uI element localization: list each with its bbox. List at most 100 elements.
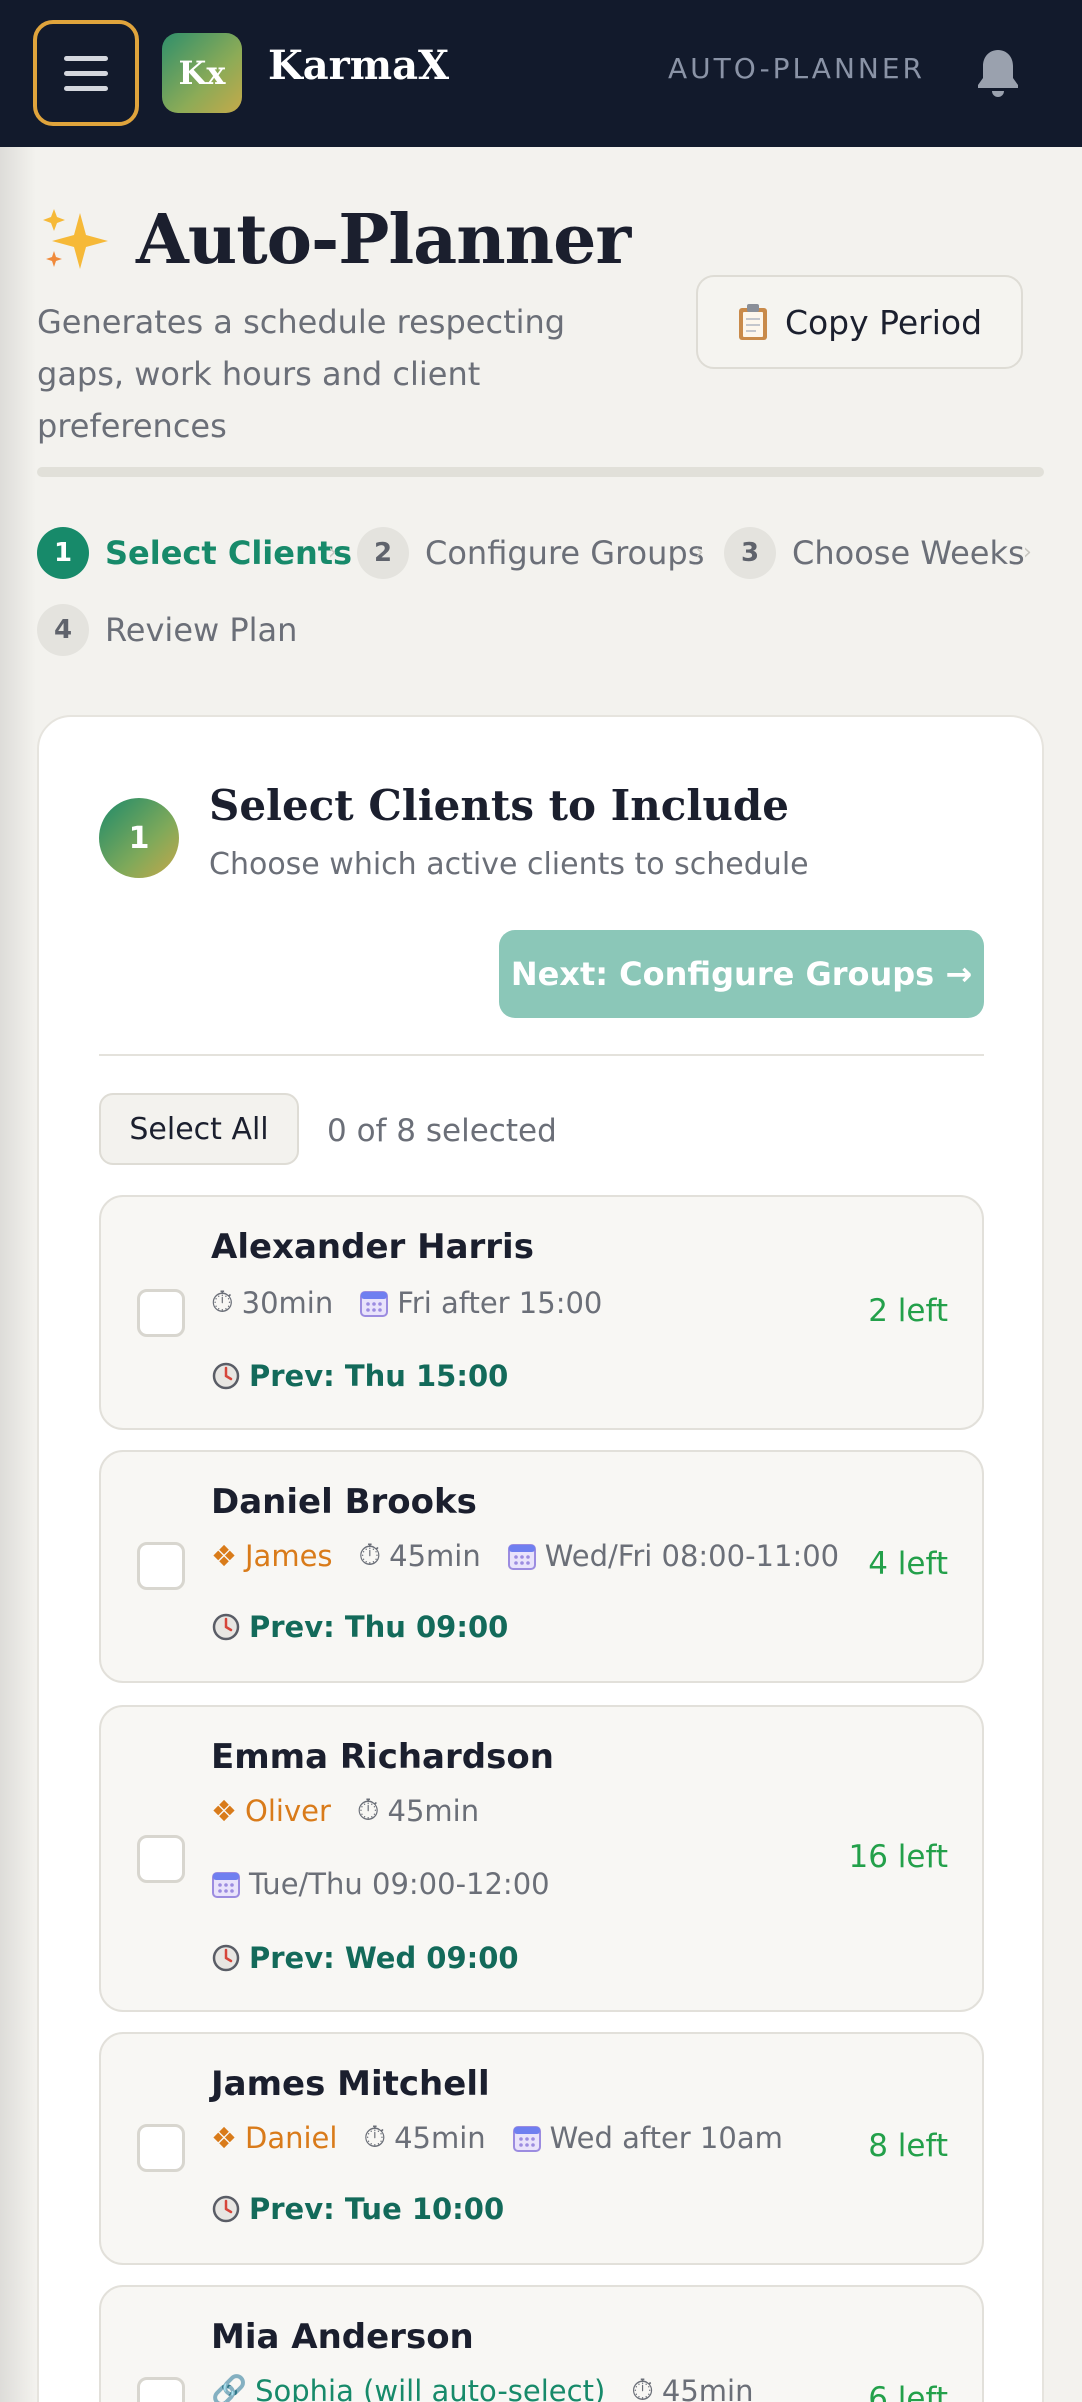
selected-count: 0 of 8 selected bbox=[327, 1113, 557, 1149]
client-checkbox[interactable] bbox=[137, 2124, 185, 2172]
client-item[interactable]: Alexander Harris ⏱ 30min Fri after 15:00 … bbox=[99, 1195, 984, 1430]
client-item[interactable]: Daniel Brooks ❖ James ⏱ 45min Wed/Fri 08:0… bbox=[99, 1450, 984, 1683]
client-name: Daniel Brooks bbox=[211, 1482, 477, 1522]
step-number: 1 bbox=[37, 527, 89, 579]
session-duration: 45min bbox=[387, 1793, 480, 1828]
calendar-icon bbox=[212, 1872, 240, 1898]
time-preference: Wed/Fri 08:00-11:00 bbox=[544, 1538, 840, 1573]
bell-icon[interactable] bbox=[972, 46, 1024, 100]
step-number: 2 bbox=[357, 527, 409, 579]
clipboard-icon bbox=[738, 304, 767, 340]
client-checkbox[interactable] bbox=[137, 1289, 185, 1337]
client-meta: ❖ Daniel ⏱ 45min Wed after 10am bbox=[211, 2120, 809, 2155]
sessions-left: 16 left bbox=[848, 1839, 948, 1875]
step-label: Choose Weeks bbox=[792, 534, 1025, 572]
client-checkbox[interactable] bbox=[137, 2377, 185, 2402]
sessions-left: 8 left bbox=[868, 2128, 948, 2164]
partner-diamond-icon: ❖ bbox=[211, 1793, 237, 1828]
partner-diamond-icon: ❖ bbox=[211, 2120, 237, 2155]
stopwatch-icon: ⏱ bbox=[358, 1538, 382, 1572]
page-header: Auto-Planner bbox=[40, 200, 631, 280]
chevron-right-icon: › bbox=[695, 540, 704, 565]
top-bar: Kx KarmaX AUTO-PLANNER bbox=[0, 0, 1082, 147]
client-item[interactable]: Mia Anderson 🔗 Sophia (will auto-select) … bbox=[99, 2285, 984, 2402]
page-subtitle: Generates a schedule respecting gaps, wo… bbox=[37, 303, 566, 445]
client-item[interactable]: James Mitchell ❖ Daniel ⏱ 45min Wed after … bbox=[99, 2032, 984, 2265]
partner-name: Daniel bbox=[245, 2120, 338, 2155]
client-checkbox[interactable] bbox=[137, 1542, 185, 1590]
client-previous: Prev: Thu 15:00 bbox=[211, 1359, 534, 1393]
link-icon: 🔗 bbox=[211, 2373, 248, 2402]
client-name: Emma Richardson bbox=[211, 1737, 554, 1777]
stopwatch-icon: ⏱ bbox=[363, 2120, 387, 2154]
client-meta: ⏱ 30min Fri after 15:00 bbox=[211, 1285, 628, 1320]
select-clients-card: 1 Select Clients to Include Choose which… bbox=[37, 715, 1044, 2402]
client-previous: Prev: Wed 09:00 bbox=[211, 1941, 545, 1975]
sparkles-icon bbox=[43, 209, 108, 269]
page-title: Auto-Planner bbox=[136, 200, 631, 280]
step-label: Select Clients bbox=[105, 534, 353, 572]
previous-slot: Prev: Thu 15:00 bbox=[249, 1359, 509, 1393]
chevron-right-icon: › bbox=[1023, 540, 1032, 565]
client-previous: Prev: Thu 09:00 bbox=[211, 1610, 534, 1644]
session-duration: 30min bbox=[241, 1285, 334, 1320]
select-all-button[interactable]: Select All bbox=[99, 1093, 299, 1165]
sessions-left: 6 left bbox=[868, 2381, 948, 2402]
current-section-label: AUTO-PLANNER bbox=[668, 52, 925, 85]
session-duration: 45min bbox=[394, 2120, 486, 2155]
step-badge: 1 bbox=[99, 798, 179, 878]
chevron-right-icon: › bbox=[328, 540, 337, 565]
copy-period-button[interactable]: Copy Period bbox=[696, 275, 1023, 369]
stopwatch-icon: ⏱ bbox=[631, 2373, 654, 2402]
progress-track bbox=[37, 467, 1044, 477]
time-preference: Tue/Thu 09:00-12:00 bbox=[249, 1867, 550, 1901]
divider bbox=[99, 1054, 984, 1056]
client-checkbox[interactable] bbox=[137, 1835, 185, 1883]
calendar-icon bbox=[507, 1543, 536, 1570]
linked-client: Sophia (will auto-select) bbox=[255, 2373, 606, 2402]
previous-slot: Prev: Tue 10:00 bbox=[249, 2192, 505, 2226]
card-title: Select Clients to Include bbox=[209, 781, 789, 830]
step-label: Review Plan bbox=[105, 611, 298, 649]
previous-slot: Prev: Wed 09:00 bbox=[249, 1941, 519, 1975]
step-select-clients[interactable]: 1 Select Clients bbox=[37, 527, 352, 579]
clock-icon bbox=[212, 1613, 240, 1641]
calendar-icon bbox=[360, 1290, 389, 1317]
stopwatch-icon: ⏱ bbox=[356, 1793, 380, 1827]
copy-period-label: Copy Period bbox=[784, 302, 983, 342]
brand-name[interactable]: KarmaX bbox=[268, 42, 449, 89]
time-preference: Wed after 10am bbox=[549, 2120, 783, 2155]
app-logo[interactable]: Kx bbox=[162, 33, 242, 113]
card-subtitle: Choose which active clients to schedule bbox=[209, 847, 809, 882]
sessions-left: 2 left bbox=[868, 1293, 948, 1329]
drawer-edge-shadow bbox=[0, 147, 36, 2402]
client-preference: Tue/Thu 09:00-12:00 bbox=[211, 1867, 576, 1901]
session-duration: 45min bbox=[661, 2373, 754, 2402]
sessions-left: 4 left bbox=[868, 1546, 948, 1582]
client-item[interactable]: Emma Richardson ❖ Oliver ⏱ 45min Tue/Thu 0… bbox=[99, 1705, 984, 2012]
step-choose-weeks[interactable]: 3 Choose Weeks bbox=[724, 527, 1025, 579]
clock-icon bbox=[212, 2195, 240, 2223]
previous-slot: Prev: Thu 09:00 bbox=[249, 1610, 509, 1644]
client-meta: 🔗 Sophia (will auto-select) ⏱ 45min bbox=[211, 2373, 779, 2402]
client-name: James Mitchell bbox=[211, 2064, 490, 2104]
clock-icon bbox=[212, 1944, 240, 1972]
hamburger-icon bbox=[64, 55, 108, 61]
menu-button[interactable] bbox=[33, 20, 139, 126]
step-number: 4 bbox=[37, 604, 89, 656]
client-name: Alexander Harris bbox=[211, 1227, 534, 1267]
stopwatch-icon: ⏱ bbox=[211, 1285, 234, 1319]
step-review-plan[interactable]: 4 Review Plan bbox=[37, 604, 297, 656]
step-number: 3 bbox=[724, 527, 776, 579]
partner-name: James bbox=[245, 1538, 333, 1573]
client-meta: ❖ Oliver ⏱ 45min bbox=[211, 1793, 505, 1828]
partner-diamond-icon: ❖ bbox=[211, 1538, 237, 1573]
calendar-icon bbox=[512, 2125, 541, 2152]
client-previous: Prev: Tue 10:00 bbox=[211, 2192, 530, 2226]
time-preference: Fri after 15:00 bbox=[397, 1285, 603, 1320]
client-meta: ❖ James ⏱ 45min Wed/Fri 08:00-11:00 bbox=[211, 1538, 865, 1573]
clock-icon bbox=[212, 1362, 240, 1390]
partner-name: Oliver bbox=[245, 1793, 331, 1828]
step-configure-groups[interactable]: 2 Configure Groups bbox=[357, 527, 704, 579]
next-configure-groups-button[interactable]: Next: Configure Groups → bbox=[499, 930, 984, 1018]
